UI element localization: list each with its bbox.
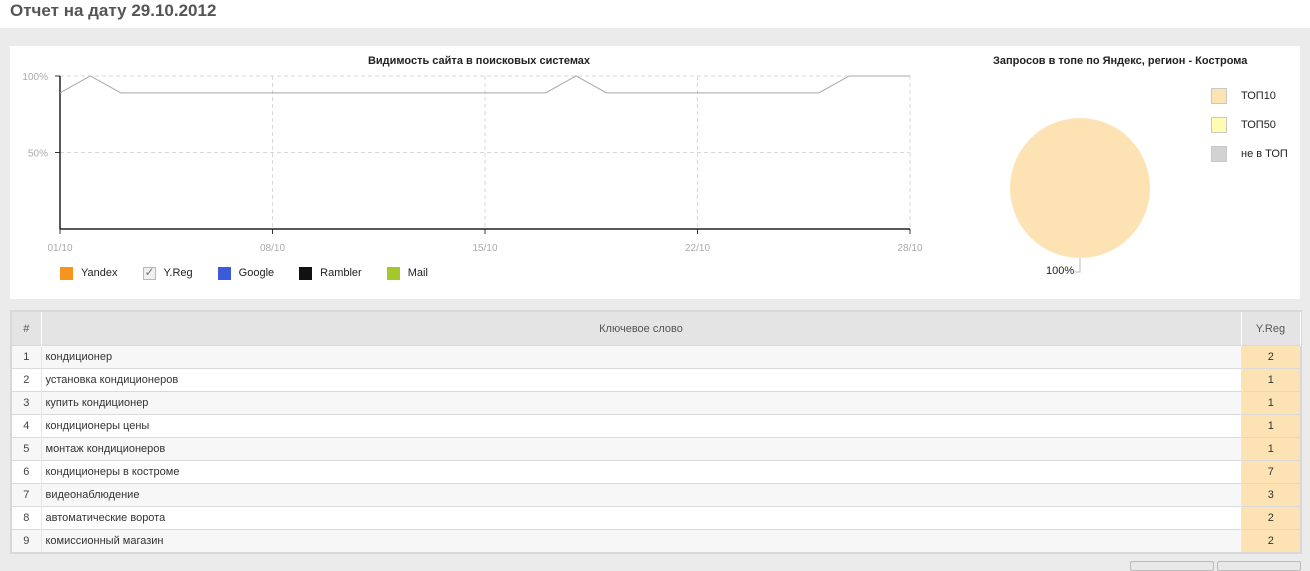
row-value: 1 — [1241, 414, 1300, 438]
row-num: 9 — [12, 529, 42, 552]
not-top-swatch — [1211, 145, 1227, 162]
pie-legend-top10: ТОП10 — [1211, 81, 1288, 110]
table-row: 3 купить кондиционер 1 — [12, 391, 1300, 415]
header-num[interactable]: # — [12, 312, 42, 346]
table-row: 2 установка кондиционеров 1 — [12, 368, 1300, 392]
row-num: 8 — [12, 506, 42, 530]
row-keyword: монтаж кондиционеров — [41, 437, 1242, 461]
x-tick-label: 15/10 — [472, 243, 497, 254]
legend-item-yandex[interactable]: Yandex — [60, 266, 118, 280]
footer-button-right[interactable] — [1217, 561, 1301, 571]
legend-item-yreg[interactable]: Y.Reg — [142, 265, 193, 280]
keywords-table: # Ключевое слово Y.Reg 1 кондиционер 2 2 ус… — [12, 312, 1301, 552]
google-swatch — [217, 266, 231, 280]
row-num: 4 — [12, 414, 42, 438]
table-row: 9 комиссионный магазин 2 — [12, 529, 1300, 552]
legend-item-rambler[interactable]: Rambler — [299, 266, 362, 280]
table-row: 1 кондиционер 2 — [12, 345, 1300, 369]
page-title: Отчет на дату 29.10.2012 — [10, 1, 217, 20]
x-tick-label: 22/10 — [685, 243, 710, 254]
x-tick-label: 28/10 — [897, 243, 922, 254]
pie-data-label: 100% — [1046, 265, 1075, 277]
checkbox-icon[interactable] — [142, 265, 156, 280]
row-keyword: автоматические ворота — [41, 506, 1242, 530]
legend-item-mail[interactable]: Mail — [386, 266, 428, 280]
row-value: 3 — [1241, 483, 1300, 507]
header-yreg[interactable]: Y.Reg — [1241, 312, 1301, 346]
visibility-chart-legend: Yandex Y.Reg Google Rambler Mail — [60, 265, 453, 281]
pie-legend-label-not-top: не в ТОП — [1241, 147, 1288, 160]
pie-legend-label-top50: ТОП50 — [1241, 118, 1276, 131]
rambler-swatch — [299, 266, 313, 280]
visibility-line-chart: 100% 50% 01/10 08/10 15/10 22/10 28/10 — [22, 72, 923, 254]
row-keyword: кондиционеры в костроме — [41, 460, 1242, 484]
keywords-table-wrap: # Ключевое слово Y.Reg 1 кондиционер 2 2 ус… — [10, 310, 1302, 554]
row-value: 1 — [1241, 368, 1300, 392]
row-value: 7 — [1241, 460, 1300, 484]
y-tick-label: 50% — [28, 149, 48, 160]
row-keyword: кондиционер — [41, 345, 1242, 369]
pie-slice-0 — [1010, 118, 1150, 258]
top50-swatch — [1211, 116, 1227, 133]
pie-legend-top50: ТОП50 — [1211, 110, 1288, 139]
row-keyword: комиссионный магазин — [41, 529, 1242, 552]
row-keyword: купить кондиционер — [41, 391, 1242, 415]
yandex-swatch — [60, 266, 73, 280]
row-num: 3 — [12, 391, 42, 415]
pie-legend-label-top10: ТОП10 — [1241, 89, 1276, 102]
row-value: 2 — [1241, 506, 1300, 530]
y-tick-label: 100% — [22, 72, 48, 83]
page-header: Отчет на дату 29.10.2012 — [0, 0, 1310, 28]
row-value: 2 — [1241, 529, 1300, 552]
x-tick-label: 08/10 — [260, 243, 285, 254]
header-keyword[interactable]: Ключевое слово — [41, 312, 1242, 346]
legend-item-google[interactable]: Google — [217, 266, 275, 280]
legend-label-mail: Mail — [407, 267, 428, 279]
charts-panel: Видимость сайта в поисковых системах 100… — [10, 46, 1300, 299]
row-num: 6 — [12, 460, 42, 484]
top-pie-chart — [1010, 118, 1150, 273]
footer-button-left[interactable] — [1130, 561, 1214, 571]
row-num: 7 — [12, 483, 42, 507]
pie-legend: ТОП10 ТОП50 не в ТОП — [1211, 81, 1288, 168]
table-row: 6 кондиционеры в костроме 7 — [12, 460, 1300, 484]
row-value: 1 — [1241, 437, 1300, 461]
table-row: 8 автоматические ворота 2 — [12, 506, 1300, 530]
table-row: 4 кондиционеры цены 1 — [12, 414, 1300, 438]
mail-swatch — [386, 266, 400, 280]
pie-legend-not-top: не в ТОП — [1211, 139, 1288, 168]
row-num: 5 — [12, 437, 42, 461]
top10-swatch — [1211, 87, 1227, 104]
row-value: 2 — [1241, 345, 1300, 369]
row-num: 2 — [12, 368, 42, 392]
row-keyword: видеонаблюдение — [41, 483, 1242, 507]
table-row: 5 монтаж кондиционеров 1 — [12, 437, 1300, 461]
pie-chart-title: Запросов в топе по Яндекс, регион - Кост… — [993, 55, 1248, 67]
row-value: 1 — [1241, 391, 1300, 415]
legend-label-yreg: Y.Reg — [163, 267, 193, 279]
table-header-row: # Ключевое слово Y.Reg — [12, 312, 1301, 346]
legend-label-google: Google — [238, 267, 275, 279]
legend-label-rambler: Rambler — [320, 267, 362, 279]
table-row: 7 видеонаблюдение 3 — [12, 483, 1300, 507]
x-tick-label: 01/10 — [47, 243, 72, 254]
row-num: 1 — [12, 345, 42, 369]
pie-label-leader — [1074, 258, 1081, 273]
row-keyword: кондиционеры цены — [41, 414, 1242, 438]
row-keyword: установка кондиционеров — [41, 368, 1242, 392]
legend-label-yandex: Yandex — [81, 267, 118, 279]
